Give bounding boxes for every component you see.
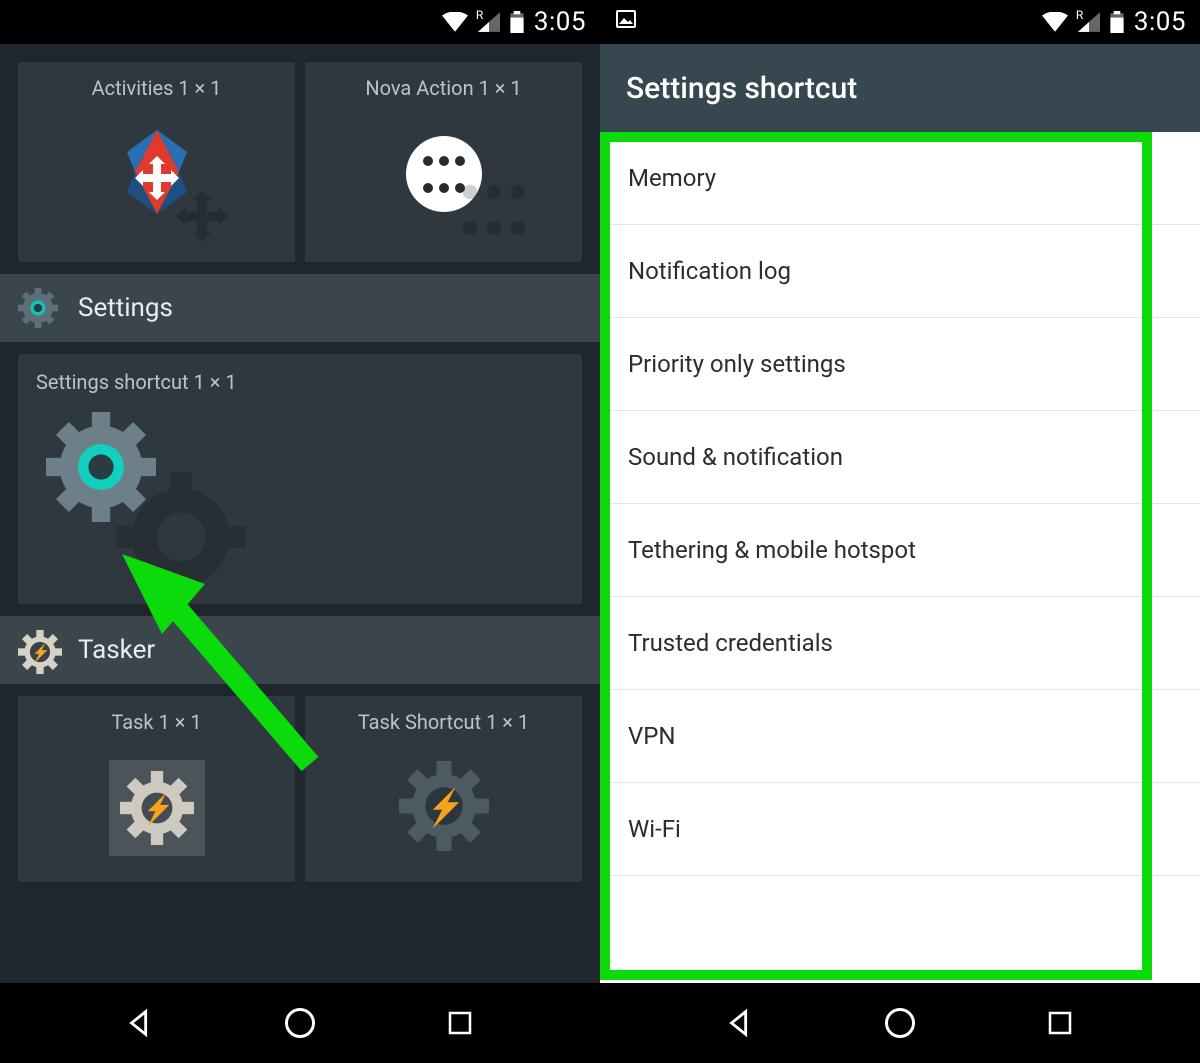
nav-back-button[interactable] [110, 993, 170, 1053]
widget-label: Task Shortcut 1 × 1 [315, 710, 572, 734]
shadow-icon [448, 170, 539, 261]
list-item-priority-only[interactable]: Priority only settings [600, 318, 1200, 411]
nav-home-button[interactable] [870, 993, 930, 1053]
list-item-sound-notification[interactable]: Sound & notification [600, 411, 1200, 504]
widget-task[interactable]: Task 1 × 1 [18, 696, 295, 882]
image-notification-icon [614, 7, 638, 37]
status-bar: R 3:05 [0, 0, 600, 44]
signal-icon: R [478, 12, 500, 32]
settings-shortcut-list-container: Memory Notification log Priority only se… [600, 132, 1200, 983]
widget-activities[interactable]: Activities 1 × 1 [18, 62, 295, 262]
status-clock: 3:05 [534, 7, 586, 37]
phone-screen-widget-picker: R 3:05 Activities 1 × 1 [0, 0, 600, 1063]
settings-gear-icon [18, 288, 58, 328]
navigation-bar [0, 983, 600, 1063]
list-item-memory[interactable]: Memory [600, 132, 1200, 225]
widget-settings-shortcut[interactable]: Settings shortcut 1 × 1 [18, 354, 582, 604]
settings-shortcut-list[interactable]: Memory Notification log Priority only se… [600, 132, 1200, 876]
signal-icon: R [1078, 12, 1100, 32]
wifi-icon [442, 12, 468, 32]
widget-nova-action[interactable]: Nova Action 1 × 1 [305, 62, 582, 262]
section-header-settings[interactable]: Settings [0, 274, 600, 342]
app-bar: Settings shortcut [600, 44, 1200, 132]
widget-label: Nova Action 1 × 1 [315, 76, 572, 100]
status-clock: 3:05 [1134, 7, 1186, 37]
tasker-gear-icon [109, 760, 205, 856]
page-title: Settings shortcut [626, 71, 857, 106]
nav-recent-button[interactable] [430, 993, 490, 1053]
wifi-icon [1042, 12, 1068, 32]
widget-label: Activities 1 × 1 [28, 76, 285, 100]
section-label: Settings [78, 293, 173, 323]
tasker-gear-icon [18, 630, 58, 670]
navigation-bar [600, 983, 1200, 1063]
nav-home-button[interactable] [270, 993, 330, 1053]
tasker-gear-icon [399, 761, 489, 855]
battery-icon [1110, 11, 1124, 33]
list-item-vpn[interactable]: VPN [600, 690, 1200, 783]
phone-screen-settings-shortcut: R 3:05 Settings shortcut Memory Notifica… [600, 0, 1200, 1063]
nav-recent-button[interactable] [1030, 993, 1090, 1053]
shadow-icon [116, 472, 246, 606]
section-header-tasker[interactable]: Tasker [0, 616, 600, 684]
widget-picker-content[interactable]: Activities 1 × 1 [0, 44, 600, 983]
list-item-tethering-hotspot[interactable]: Tethering & mobile hotspot [600, 504, 1200, 597]
battery-icon [510, 11, 524, 33]
list-item-wifi[interactable]: Wi-Fi [600, 783, 1200, 876]
list-item-notification-log[interactable]: Notification log [600, 225, 1200, 318]
widget-label: Settings shortcut 1 × 1 [36, 370, 564, 394]
nav-back-button[interactable] [710, 993, 770, 1053]
status-bar: R 3:05 [600, 0, 1200, 44]
section-label: Tasker [78, 635, 155, 665]
shadow-icon [143, 151, 260, 273]
list-item-trusted-credentials[interactable]: Trusted credentials [600, 597, 1200, 690]
widget-label: Task 1 × 1 [28, 710, 285, 734]
widget-task-shortcut[interactable]: Task Shortcut 1 × 1 [305, 696, 582, 882]
